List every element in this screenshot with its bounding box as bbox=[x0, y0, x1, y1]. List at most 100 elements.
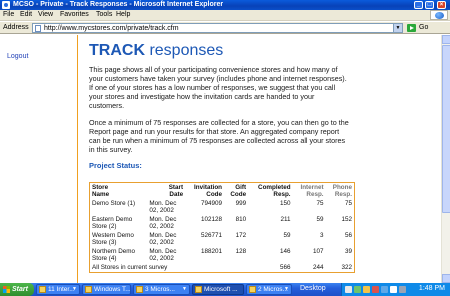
clock[interactable]: 1:48 PM bbox=[419, 285, 445, 292]
cell-store: Northern Demo Store (4) bbox=[92, 248, 136, 262]
window-titlebar[interactable]: MCSO - Private - Track Responses - Micro… bbox=[0, 0, 450, 10]
intro-paragraph: This page shows all of your participatin… bbox=[89, 65, 347, 110]
cell-gift: 810 bbox=[235, 216, 247, 223]
cell-total-completed: 566 bbox=[280, 264, 291, 271]
cell-total-phone: 322 bbox=[341, 264, 352, 271]
cell-total-internet: 244 bbox=[313, 264, 324, 271]
ie-app-icon bbox=[2, 1, 10, 9]
project-status-heading: Project Status: bbox=[89, 161, 142, 170]
folder-task-icon bbox=[195, 286, 202, 293]
table-row: Northern Demo Store (4) Mon. Dec 02, 2002 … bbox=[90, 247, 355, 263]
cell-gift: 128 bbox=[235, 248, 247, 255]
table-row: Western Demo Store (3) Mon. Dec 02, 2002 5… bbox=[90, 231, 355, 247]
cell-internet: 75 bbox=[316, 200, 324, 207]
address-label: Address bbox=[3, 24, 29, 31]
taskbar-item[interactable]: Windows T... bbox=[82, 284, 131, 295]
cell-invitation: 188201 bbox=[201, 248, 223, 255]
chevron-down-icon: ▼ bbox=[182, 286, 187, 292]
desktop-toolbar-label[interactable]: Desktop bbox=[300, 285, 326, 292]
go-arrow-icon bbox=[407, 24, 416, 32]
menu-tools[interactable]: Tools bbox=[96, 11, 112, 18]
col-completed: Completed Resp. bbox=[258, 184, 291, 198]
chevron-down-icon: ▼ bbox=[284, 286, 289, 292]
menu-file[interactable]: File bbox=[3, 11, 14, 18]
cell-total-label: All Stores in current survey bbox=[92, 264, 168, 271]
cell-internet: 3 bbox=[320, 232, 324, 239]
col-invitation-code: Invitation Code bbox=[194, 184, 223, 198]
cell-completed: 150 bbox=[280, 200, 291, 207]
cell-store: Eastern Demo Store (2) bbox=[92, 216, 133, 230]
tray-icon-1[interactable] bbox=[345, 286, 352, 293]
taskbar-item[interactable]: 11 Inter... ▼ bbox=[36, 284, 80, 295]
cell-invitation: 102128 bbox=[201, 216, 223, 223]
table-total-row: All Stores in current survey 566 244 322 bbox=[90, 263, 355, 273]
scroll-down-button[interactable] bbox=[442, 274, 450, 283]
menu-view[interactable]: View bbox=[38, 11, 53, 18]
page-icon bbox=[35, 25, 41, 32]
taskbar: Start 11 Inter... ▼ Windows T... 3 Micro… bbox=[0, 283, 450, 296]
scroll-thumb[interactable] bbox=[442, 45, 450, 213]
windows-flag-icon bbox=[3, 286, 10, 293]
start-label: Start bbox=[12, 286, 28, 293]
project-status-table: Store Name Start Date Invitation Code Gift C… bbox=[89, 182, 355, 273]
start-button[interactable]: Start bbox=[0, 283, 34, 296]
table-row: Eastern Demo Store (2) Mon. Dec 02, 2002 1… bbox=[90, 215, 355, 231]
menu-favorites[interactable]: Favorites bbox=[60, 11, 89, 18]
col-start-date: Start Date bbox=[168, 184, 184, 198]
cell-completed: 211 bbox=[280, 216, 291, 223]
cell-internet: 59 bbox=[316, 216, 324, 223]
page-title-rest: responses bbox=[145, 42, 224, 59]
address-url: http://www.mycstores.com/private/track.c… bbox=[44, 25, 179, 32]
taskbar-item[interactable]: 3 Micros... ▼ bbox=[133, 284, 190, 295]
tray-icon-2[interactable] bbox=[354, 286, 361, 293]
go-button[interactable]: Go bbox=[407, 23, 447, 33]
menu-help[interactable]: Help bbox=[116, 11, 130, 18]
tray-icon-4[interactable] bbox=[372, 286, 379, 293]
taskbar-item-active[interactable]: Microsoft ... bbox=[192, 284, 244, 295]
page-title: TRACK responses bbox=[89, 41, 349, 61]
cell-store: Western Demo Store (3) bbox=[92, 232, 134, 246]
ie-logo-icon bbox=[430, 10, 448, 20]
window-title: MCSO - Private - Track Responses - Micro… bbox=[13, 1, 224, 8]
word-task-icon bbox=[136, 286, 143, 293]
cell-date: Mon. Dec 02, 2002 bbox=[149, 232, 177, 246]
address-input[interactable]: http://www.mycstores.com/private/track.c… bbox=[32, 23, 403, 33]
cell-internet: 107 bbox=[313, 248, 324, 255]
tray-icon-5[interactable] bbox=[381, 286, 388, 293]
cell-date: Mon. Dec 02, 2002 bbox=[149, 200, 177, 214]
address-dropdown-icon[interactable]: ▼ bbox=[393, 24, 402, 32]
cell-gift: 172 bbox=[235, 232, 247, 239]
cell-completed: 146 bbox=[280, 248, 291, 255]
cell-phone: 152 bbox=[341, 216, 352, 223]
cell-store: Demo Store (1) bbox=[92, 200, 136, 207]
window-task-icon bbox=[85, 286, 92, 293]
go-label: Go bbox=[419, 24, 429, 31]
system-tray: 1:48 PM bbox=[341, 283, 450, 296]
cell-phone: 75 bbox=[344, 200, 352, 207]
address-bar: Address http://www.mycstores.com/private… bbox=[0, 22, 450, 34]
main-content: TRACK responses This page shows all of y… bbox=[89, 41, 349, 170]
page-title-bold: TRACK bbox=[89, 42, 145, 59]
taskbar-item[interactable]: 2 Micros... ▼ bbox=[246, 284, 292, 295]
ie-task-icon bbox=[39, 286, 46, 293]
volume-icon[interactable] bbox=[399, 286, 406, 293]
minimum-paragraph: Once a minimum of 75 responses are colle… bbox=[89, 118, 349, 154]
tray-icon-3[interactable] bbox=[363, 286, 370, 293]
tray-icon-6[interactable] bbox=[390, 286, 397, 293]
maximize-button[interactable]: □ bbox=[425, 1, 434, 9]
nav-divider bbox=[77, 35, 78, 283]
minimize-button[interactable]: _ bbox=[414, 1, 423, 9]
menu-edit[interactable]: Edit bbox=[20, 11, 32, 18]
scroll-up-button[interactable] bbox=[442, 35, 450, 44]
logout-link[interactable]: Logout bbox=[7, 53, 28, 60]
cell-gift: 999 bbox=[235, 200, 247, 207]
cell-invitation: 794909 bbox=[201, 200, 223, 207]
chevron-down-icon: ▼ bbox=[72, 286, 77, 292]
excel-task-icon bbox=[249, 286, 256, 293]
cell-date: Mon. Dec 02, 2002 bbox=[149, 216, 177, 230]
vertical-scrollbar[interactable] bbox=[441, 35, 450, 283]
cell-date: Mon. Dec 02, 2002 bbox=[149, 248, 177, 262]
close-button[interactable]: × bbox=[437, 1, 446, 9]
page-viewport: Logout TRACK responses This page shows a… bbox=[0, 35, 450, 283]
cell-invitation: 526771 bbox=[201, 232, 223, 239]
